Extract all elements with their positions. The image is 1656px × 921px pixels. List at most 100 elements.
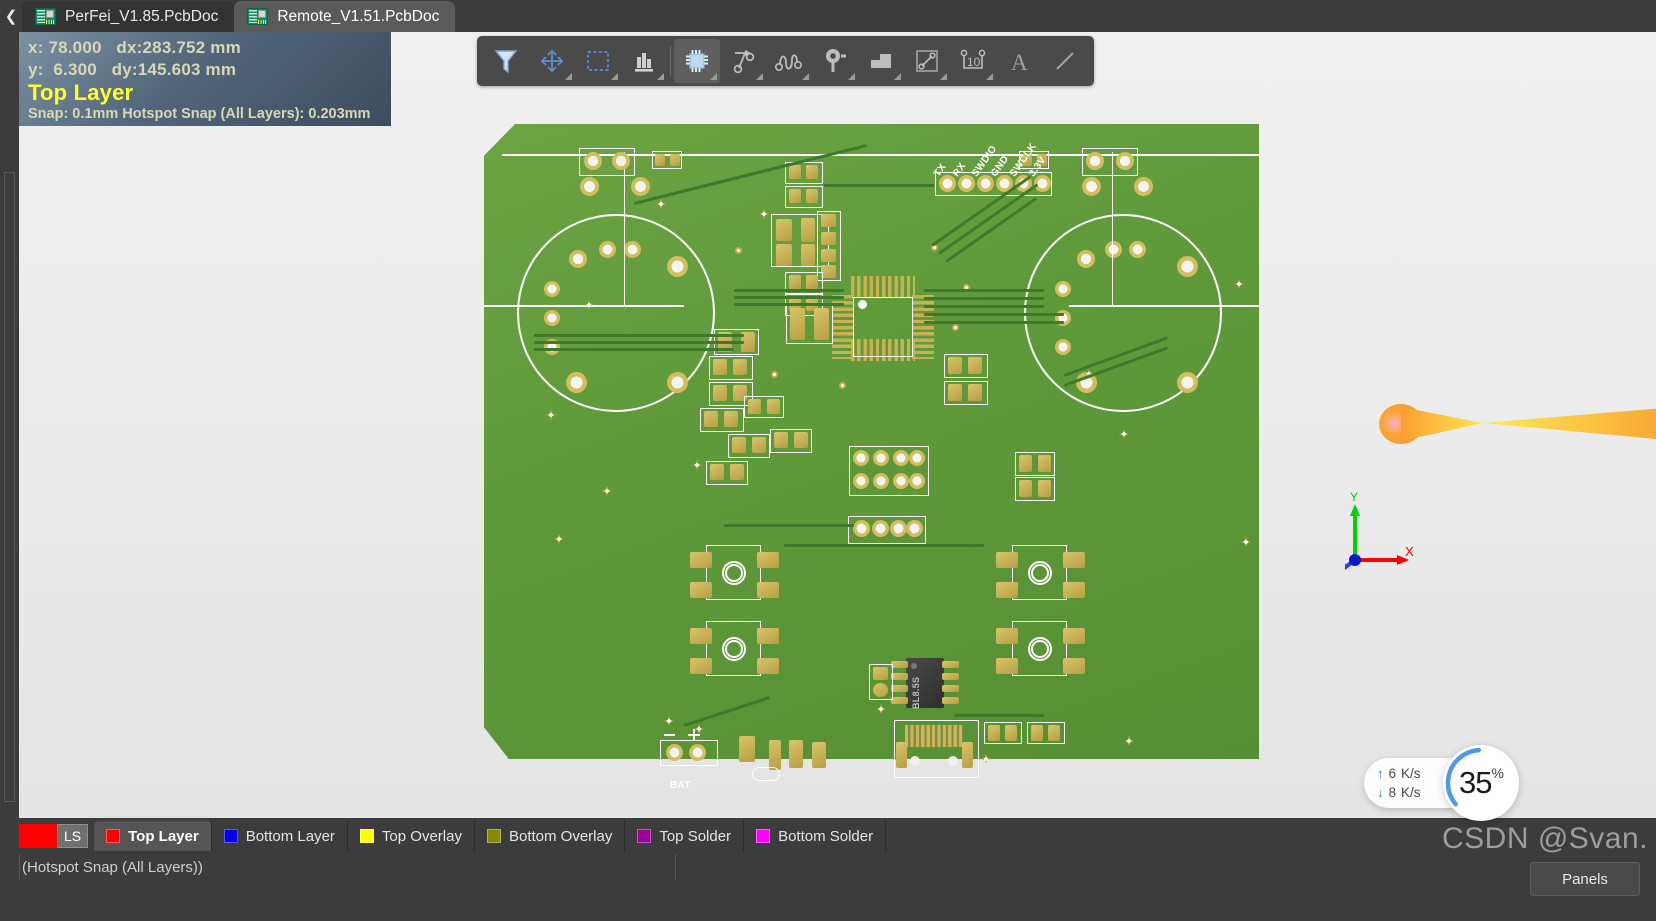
layer-color-swatch bbox=[106, 829, 121, 843]
pcb-document-icon bbox=[35, 8, 56, 25]
collapse-left-panel-icon[interactable]: ❮ bbox=[0, 0, 22, 32]
pad-r-d1 bbox=[1019, 480, 1032, 497]
dropdown-corner-icon[interactable] bbox=[710, 73, 717, 80]
dropdown-corner-icon[interactable] bbox=[848, 73, 855, 80]
status-message: (Hotspot Snap (All Layers)) bbox=[22, 859, 203, 876]
layer-tab-label: Top Solder bbox=[659, 827, 732, 845]
pad-ch-4 bbox=[906, 520, 923, 537]
pcb-canvas[interactable]: TX RX SWDIO GND SWCLK 3.3V BL8.5S BAT Y … bbox=[19, 32, 1656, 818]
selection-rectangle-icon[interactable] bbox=[575, 39, 621, 83]
dropdown-corner-icon[interactable] bbox=[565, 73, 572, 80]
silk-label-soic: BL8.5S bbox=[911, 676, 921, 709]
pad-conn-tr-2 bbox=[1116, 152, 1134, 170]
left-panel-scroll[interactable] bbox=[4, 172, 15, 802]
pad-conn-tl-3 bbox=[580, 177, 599, 196]
trace-bot-2 bbox=[784, 544, 984, 547]
svg-text:A: A bbox=[1011, 50, 1028, 74]
pcb-board[interactable]: TX RX SWDIO GND SWCLK 3.3V BL8.5S BAT Y … bbox=[484, 124, 1414, 791]
layer-tab-bottom-layer[interactable]: Bottom Layer bbox=[212, 821, 348, 851]
pad-pwr-d2 bbox=[767, 399, 780, 414]
download-speed-value: 8 bbox=[1388, 785, 1397, 800]
left-panel-rail[interactable] bbox=[0, 32, 19, 818]
pcb-document-icon bbox=[247, 8, 269, 25]
pad-sw1-tr bbox=[757, 552, 779, 568]
differential-pair-icon[interactable] bbox=[766, 39, 812, 83]
pad-pwr-a1 bbox=[713, 359, 727, 375]
place-component-icon[interactable] bbox=[674, 39, 720, 83]
layer-tab-bottom-overlay[interactable]: Bottom Overlay bbox=[475, 821, 626, 851]
layer-tab-top-solder[interactable]: Top Solder bbox=[625, 821, 745, 851]
pad-soic-l3 bbox=[891, 685, 908, 692]
dropdown-corner-icon[interactable] bbox=[756, 73, 763, 80]
layer-tab-top-layer[interactable]: Top Layer bbox=[94, 821, 212, 851]
pad-inductor-1 bbox=[790, 308, 805, 340]
pad-soic-r2 bbox=[942, 673, 959, 680]
move-cross-icon[interactable] bbox=[529, 39, 575, 83]
pad-r-a2 bbox=[968, 357, 982, 374]
trace-mcu-l1 bbox=[734, 289, 844, 292]
panels-button[interactable]: Panels bbox=[1530, 862, 1640, 896]
dropdown-corner-icon[interactable] bbox=[657, 73, 664, 80]
layer-color-swatch bbox=[486, 829, 501, 843]
line-icon[interactable] bbox=[1042, 39, 1088, 83]
pad-sw4-bl bbox=[996, 658, 1018, 674]
pad-soic-r3 bbox=[942, 685, 959, 692]
layer-tab-top-overlay[interactable]: Top Overlay bbox=[348, 821, 475, 851]
coordinate-y-line: y: 6.300 dy:145.603 mm bbox=[28, 60, 237, 79]
dropdown-corner-icon[interactable] bbox=[940, 73, 947, 80]
dropdown-corner-icon[interactable] bbox=[894, 73, 901, 80]
dropdown-corner-icon[interactable] bbox=[611, 73, 618, 80]
trace-bot-1 bbox=[724, 524, 854, 527]
dropdown-corner-icon[interactable] bbox=[986, 73, 993, 80]
document-tab-remote[interactable]: Remote_V1.51.PcbDoc bbox=[234, 1, 456, 32]
layer-tab-bottom-solder[interactable]: Bottom Solder bbox=[744, 821, 887, 851]
upload-speed-unit: K/s bbox=[1401, 766, 1421, 781]
cpu-usage-unit: % bbox=[1491, 765, 1504, 781]
pad-btm-f2 bbox=[1048, 725, 1060, 741]
pad-cap-3a bbox=[789, 275, 801, 289]
cpu-usage-dial[interactable]: 35% bbox=[1443, 745, 1519, 821]
layer-tab-label: Bottom Solder bbox=[778, 827, 874, 845]
pad-sw3-bl bbox=[996, 582, 1018, 598]
place-via-icon[interactable] bbox=[812, 39, 858, 83]
pad-pwr-g1 bbox=[710, 464, 724, 480]
pad-cap-2b bbox=[806, 189, 818, 203]
pad-pwr-g2 bbox=[730, 464, 744, 480]
text-icon[interactable]: A bbox=[996, 39, 1042, 83]
route-trace-icon[interactable] bbox=[720, 39, 766, 83]
document-tab-perfei[interactable]: PerFei_V1.85.PcbDoc bbox=[22, 1, 235, 32]
pad-right-1 bbox=[1077, 250, 1095, 268]
dimension-icon[interactable] bbox=[904, 39, 950, 83]
pad-right-9 bbox=[1177, 372, 1198, 393]
pad-right-7 bbox=[1055, 339, 1071, 355]
filter-icon[interactable] bbox=[483, 39, 529, 83]
pad-oh-1 bbox=[853, 450, 869, 466]
silk-bat-minus bbox=[664, 734, 675, 736]
trace-mcu-r4 bbox=[924, 313, 1064, 316]
pad-conn-tr-1 bbox=[1086, 152, 1104, 170]
cpu-usage-text: 35% bbox=[1459, 765, 1504, 801]
via-m1 bbox=[735, 247, 742, 254]
pad-soic-l2 bbox=[891, 673, 908, 680]
pad-oh-4 bbox=[909, 450, 925, 466]
pad-btm-d bbox=[812, 742, 826, 768]
pcb-toolbar: 10 A bbox=[477, 36, 1094, 86]
layer-sets-button[interactable]: LS bbox=[19, 823, 89, 849]
via-m2 bbox=[771, 371, 778, 378]
pad-left-8 bbox=[566, 372, 587, 393]
pad-btm-b bbox=[769, 740, 781, 770]
pad-oh-2 bbox=[873, 450, 889, 466]
measure-10-icon[interactable]: 10 bbox=[950, 39, 996, 83]
pad-sw3-tr bbox=[1063, 552, 1085, 568]
pad-res-3 bbox=[821, 249, 836, 262]
pad-cap-1a bbox=[789, 165, 801, 179]
qfp-pins-top bbox=[851, 276, 915, 298]
polygon-pour-icon[interactable] bbox=[858, 39, 904, 83]
toolbar-divider bbox=[670, 46, 671, 76]
layer-sets-label: LS bbox=[57, 824, 89, 848]
dropdown-corner-icon[interactable] bbox=[802, 73, 809, 80]
bar-chart-icon[interactable] bbox=[621, 39, 667, 83]
snap-info-label: Snap: 0.1mm Hotspot Snap (All Layers): 0… bbox=[28, 106, 371, 122]
trace-mcu-r1 bbox=[924, 289, 1044, 292]
download-speed-unit: K/s bbox=[1401, 785, 1421, 800]
